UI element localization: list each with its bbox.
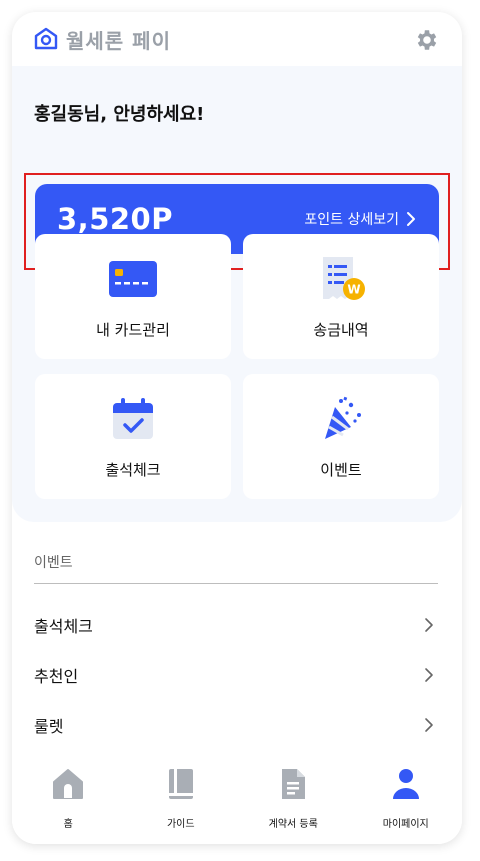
tile-label: 이벤트: [320, 461, 362, 479]
point-detail-label: 포인트 상세보기: [304, 212, 399, 228]
app-logo-icon: [34, 27, 58, 50]
menu-item-roulette[interactable]: 룰렛: [34, 705, 438, 745]
home-icon: [53, 769, 84, 799]
tile-label: 송금내역: [313, 321, 369, 339]
nav-label: 계약서 등록: [268, 819, 318, 830]
bottom-nav: 홈 가이드 계약서 등록 마이페이지: [12, 758, 462, 844]
tile-card-management[interactable]: 내 카드관리: [35, 234, 231, 359]
phone-frame: 월세론 페이 홍길동님, 안녕하세요! 3,520P 포인트 상세보기 내 카드…: [12, 12, 462, 844]
tile-attendance[interactable]: 출석체크: [35, 374, 231, 499]
tile-label: 출석체크: [105, 461, 161, 479]
section-divider: [34, 583, 438, 584]
chevron-right-icon: [425, 618, 433, 632]
point-detail-link[interactable]: 포인트 상세보기: [304, 209, 417, 229]
nav-label: 가이드: [166, 819, 195, 830]
menu-item-label: 추천인: [34, 667, 79, 686]
chevron-right-icon: [407, 212, 415, 226]
menu-item-attendance[interactable]: 출석체크: [34, 605, 438, 645]
nav-label: 마이페이지: [382, 819, 429, 830]
nav-item-contract-register[interactable]: 계약서 등록: [237, 758, 350, 844]
credit-card-icon: [109, 261, 157, 297]
nav-label: 홈: [63, 819, 73, 830]
calendar-check-icon: [113, 398, 153, 439]
tile-event[interactable]: 이벤트: [243, 374, 439, 499]
app-title: 월세론 페이: [66, 28, 171, 53]
menu-item-referral[interactable]: 추천인: [34, 655, 438, 695]
tile-label: 내 카드관리: [96, 321, 170, 339]
settings-gear-icon[interactable]: [414, 27, 440, 53]
events-section-title: 이벤트: [34, 555, 73, 571]
book-icon: [168, 769, 193, 799]
svg-text:W: W: [347, 283, 360, 297]
receipt-won-icon: W: [323, 257, 365, 300]
tile-transfer-history[interactable]: W 송금내역: [243, 234, 439, 359]
menu-item-label: 룰렛: [34, 717, 64, 736]
nav-item-home[interactable]: 홈: [12, 758, 125, 844]
nav-item-my-page[interactable]: 마이페이지: [350, 758, 463, 844]
nav-item-guide[interactable]: 가이드: [125, 758, 238, 844]
chevron-right-icon: [425, 718, 433, 732]
document-icon: [282, 769, 306, 799]
greeting-text: 홍길동님, 안녕하세요!: [34, 104, 205, 125]
party-popper-icon: [325, 396, 361, 439]
app-header: 월세론 페이: [12, 12, 462, 66]
person-icon: [392, 769, 419, 799]
home-top-panel: 홍길동님, 안녕하세요! 3,520P 포인트 상세보기 내 카드관리 W 송금…: [12, 66, 462, 522]
point-balance: 3,520P: [57, 202, 173, 236]
menu-item-label: 출석체크: [34, 617, 93, 636]
chevron-right-icon: [425, 668, 433, 682]
